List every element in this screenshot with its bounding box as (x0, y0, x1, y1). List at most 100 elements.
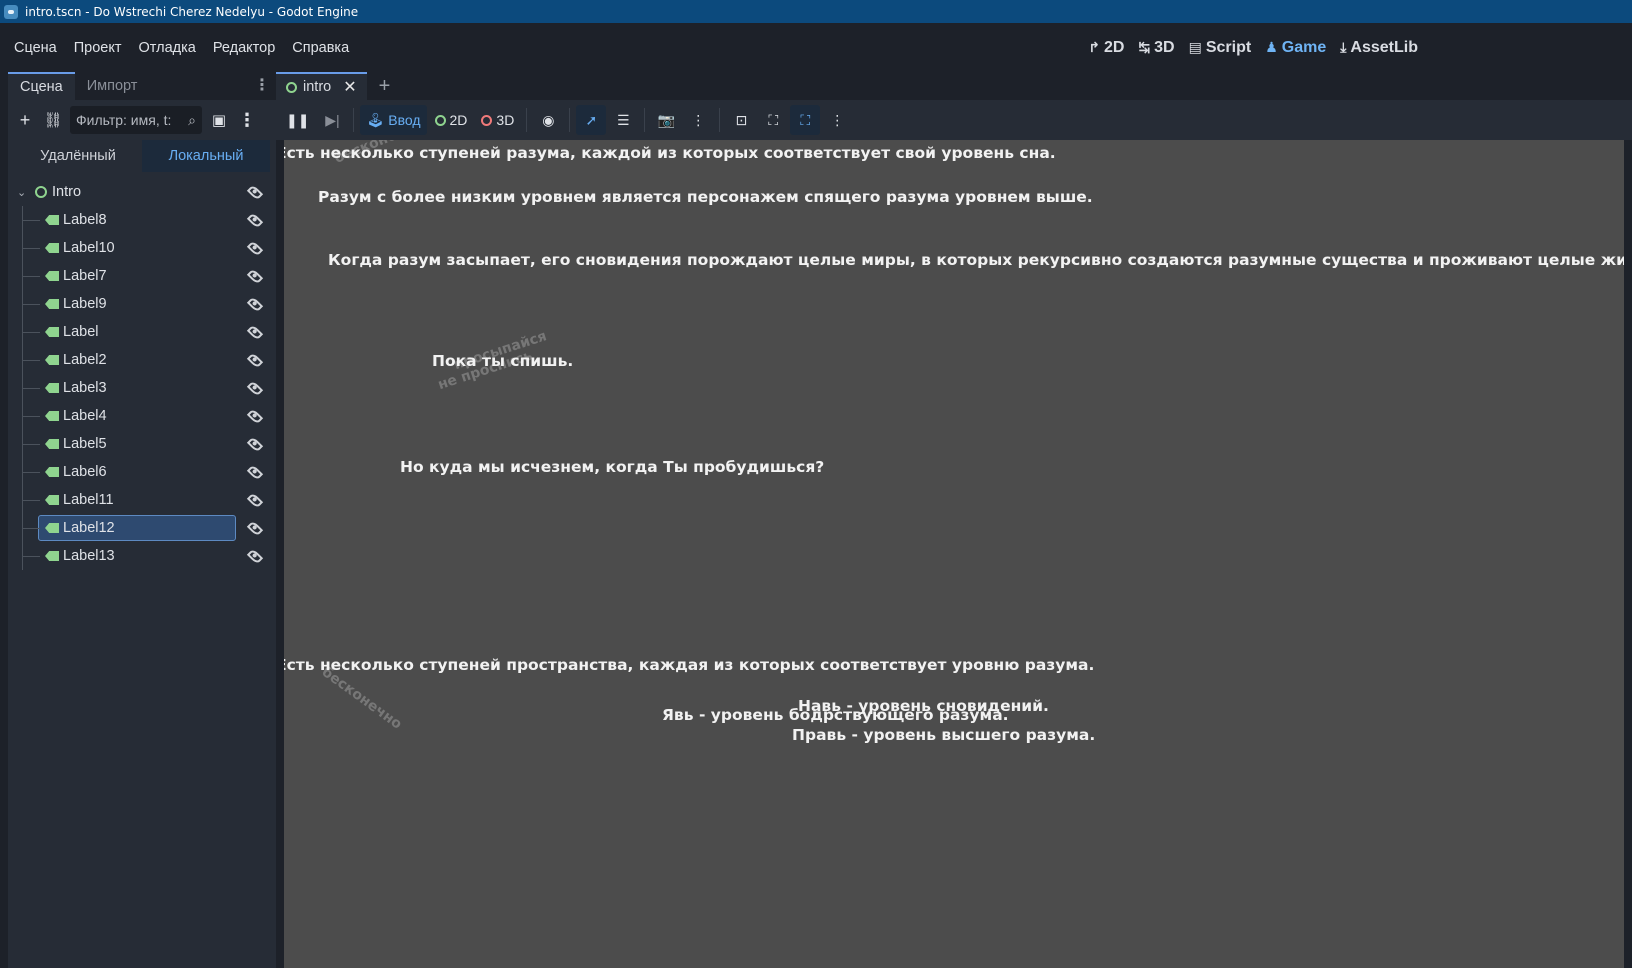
tree-node-label-selected[interactable]: Label12 (8, 514, 276, 542)
2d-icon: ↱ (1088, 39, 1100, 55)
embed-menu-button[interactable]: ⋮ (822, 105, 852, 135)
expand-icon: ⛶ (768, 111, 779, 128)
select-button[interactable]: ➚ (576, 105, 607, 135)
tree-node-intro[interactable]: ⌄ Intro (8, 178, 276, 206)
window-title: intro.tscn - Do Wstrechi Cherez Nedelyu … (25, 4, 359, 19)
add-node-icon[interactable]: + (14, 109, 36, 131)
keep-aspect-button[interactable]: ⊡ (726, 105, 756, 135)
mode-2d-button[interactable]: 2D (429, 105, 474, 135)
workspace-3d-button[interactable]: ↹ 3D (1138, 39, 1174, 57)
visibility-eye-icon[interactable] (246, 239, 264, 257)
story-line: Но куда мы исчезнем, когда Ты пробудишьс… (400, 458, 825, 476)
toolbar-separator (353, 108, 355, 132)
scene-tree: ⌄ Intro Label8 Label10 Label7 Label9 Lab… (8, 178, 276, 570)
tree-node-label[interactable]: Label11 (8, 486, 276, 514)
tree-node-label[interactable]: Label5 (8, 430, 276, 458)
visibility-eye-icon[interactable] (246, 491, 264, 509)
visibility-eye-icon[interactable] (246, 435, 264, 453)
camera-icon: 📷 (657, 111, 676, 128)
chevron-down-icon[interactable]: ⌄ (17, 186, 26, 199)
tree-node-label[interactable]: Label3 (8, 374, 276, 402)
workspace-switcher: ↱ 2D ↹ 3D ▤ Script ♟ Game ⤓ AssetLib (1088, 23, 1418, 72)
tree-node-label[interactable]: Label9 (8, 290, 276, 318)
main-panel: intro ✕ + ❚❚ ▶| 🕹 Ввод 2D 3D ◉ ➚ ☰ 📷 ⋮ ⊡ … (276, 72, 1632, 968)
tab-scene[interactable]: Сцена (8, 72, 75, 100)
workspace-game-button[interactable]: ♟ Game (1265, 39, 1326, 57)
input-mode-button[interactable]: 🕹 Ввод (360, 105, 427, 135)
tree-node-label[interactable]: Label13 (8, 542, 276, 570)
visibility-eye-icon[interactable] (246, 183, 264, 201)
workspace-script-button[interactable]: ▤ Script (1189, 39, 1252, 57)
menu-project[interactable]: Проект (66, 40, 130, 56)
game-toolbar: ❚❚ ▶| 🕹 Ввод 2D 3D ◉ ➚ ☰ 📷 ⋮ ⊡ ⛶ ⛶ ⋮ (276, 100, 1632, 140)
fullscreen-embed-button[interactable]: ⛶ (790, 105, 821, 135)
visibility-eye-icon[interactable] (246, 463, 264, 481)
node2d-icon (35, 186, 47, 198)
menu-help[interactable]: Справка (284, 40, 357, 56)
camera-menu-button[interactable]: ⋮ (683, 105, 713, 135)
tree-node-label[interactable]: Label6 (8, 458, 276, 486)
story-line: Разум с более низким уровнем является пе… (318, 188, 1093, 206)
aspect-icon: ⊡ (735, 111, 748, 128)
filter-input[interactable]: Фильтр: имя, t: ⌕ (70, 106, 202, 134)
dock-tabs: Сцена Импорт ⋮ (8, 72, 276, 100)
remote-local-switch: Удалённый Локальный (14, 140, 270, 172)
local-button[interactable]: Локальный (142, 140, 270, 172)
tab-import[interactable]: Импорт (75, 72, 150, 100)
link-icon[interactable]: ⛓ (42, 109, 64, 131)
workspace-assetlib-button[interactable]: ⤓ AssetLib (1340, 39, 1418, 57)
story-line: Есть несколько ступеней пространства, ка… (284, 656, 1095, 674)
label-node-icon (45, 467, 59, 477)
visibility-eye-icon[interactable] (246, 295, 264, 313)
workspace-2d-button[interactable]: ↱ 2D (1088, 39, 1124, 57)
visibility-eye-icon[interactable] (246, 407, 264, 425)
dock-toolbar: + ⛓ Фильтр: имя, t: ⌕ ▣ ⋮ (8, 100, 276, 140)
tree-node-label[interactable]: Label7 (8, 262, 276, 290)
tree-node-label[interactable]: Label (8, 318, 276, 346)
dock-menu-icon[interactable]: ⋮ (254, 78, 270, 94)
visibility-eye-icon[interactable] (246, 267, 264, 285)
eye-icon: ◉ (542, 111, 555, 128)
node2d-icon (286, 81, 297, 93)
stretch-button[interactable]: ⛶ (758, 105, 788, 135)
menu-debug[interactable]: Отладка (131, 40, 204, 56)
tab-intro[interactable]: intro ✕ (276, 72, 367, 100)
story-line: Правь - уровень высшего разума. (792, 726, 1096, 744)
pause-button[interactable]: ❚❚ (280, 105, 315, 135)
instance-scene-icon[interactable]: ▣ (208, 109, 230, 131)
label-node-icon (45, 299, 59, 309)
story-line: Явь - уровень бодрствующего разума. (662, 706, 1009, 724)
game-viewport[interactable]: бесконечно просыпайся не проснись бескон… (284, 140, 1624, 968)
camera-button[interactable]: 📷 (651, 105, 681, 135)
tree-node-label[interactable]: Label4 (8, 402, 276, 430)
visibility-eye-icon[interactable] (246, 547, 264, 565)
visibility-eye-icon[interactable] (246, 211, 264, 229)
more-icon[interactable]: ⋮ (236, 109, 258, 131)
story-line: Есть несколько ступеней разума, каждой и… (284, 144, 1056, 162)
label-node-icon (45, 215, 59, 225)
faint-text: бесконечно (318, 664, 405, 733)
add-tab-button[interactable]: + (367, 72, 403, 100)
visibility-eye-icon[interactable] (246, 379, 264, 397)
tree-node-label[interactable]: Label2 (8, 346, 276, 374)
tree-node-label[interactable]: Label8 (8, 206, 276, 234)
visibility-eye-icon[interactable] (246, 519, 264, 537)
label-node-icon (45, 411, 59, 421)
remote-button[interactable]: Удалённый (14, 140, 142, 172)
visibility-eye-icon[interactable] (246, 351, 264, 369)
close-icon[interactable]: ✕ (343, 77, 356, 97)
tree-node-label[interactable]: Label10 (8, 234, 276, 262)
label-node-icon (45, 551, 59, 561)
visibility-button[interactable]: ◉ (533, 105, 563, 135)
toolbar-separator (644, 108, 646, 132)
title-bar: intro.tscn - Do Wstrechi Cherez Nedelyu … (0, 0, 1632, 23)
mode-3d-button[interactable]: 3D (475, 105, 520, 135)
more-icon: ⋮ (830, 111, 845, 128)
godot-icon (4, 4, 18, 19)
visibility-eye-icon[interactable] (246, 323, 264, 341)
label-node-icon (45, 271, 59, 281)
next-frame-button[interactable]: ▶| (317, 105, 347, 135)
menu-scene[interactable]: Сцена (6, 40, 65, 56)
menu-editor[interactable]: Редактор (205, 40, 283, 56)
list-select-button[interactable]: ☰ (608, 105, 638, 135)
